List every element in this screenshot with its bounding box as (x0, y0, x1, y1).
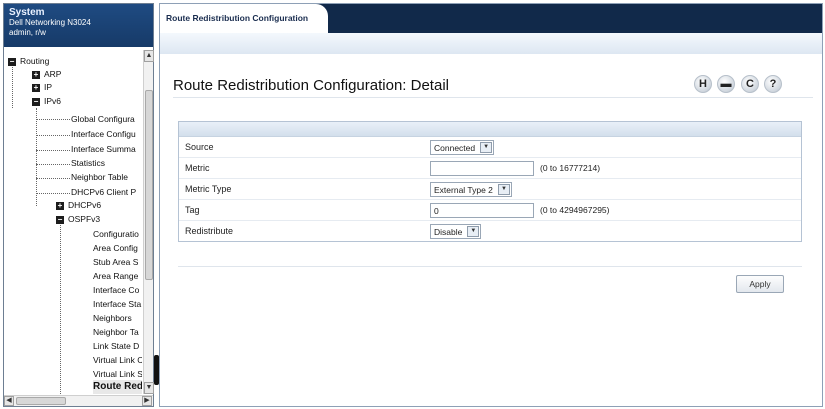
tree-item-label: DHCPv6 (68, 200, 102, 210)
scroll-down-icon[interactable]: ▼ (144, 382, 154, 394)
tree-vertical-scrollbar[interactable]: ▲ ▼ (143, 50, 154, 394)
redistribute-select[interactable]: Disable ▼ (430, 224, 482, 239)
tree-guide-line (36, 178, 70, 179)
chevron-down-icon[interactable]: ▼ (480, 142, 493, 153)
tree-guide-line (12, 62, 13, 108)
scroll-left-icon[interactable]: ◀ (4, 396, 14, 406)
apply-button[interactable]: Apply (736, 275, 784, 293)
tab-route-redistribution[interactable]: Route Redistribution Configuration (160, 4, 328, 33)
expand-icon[interactable]: + (56, 201, 64, 210)
page-title: Route Redistribution Configuration: Deta… (173, 77, 449, 94)
tree-item-label: IPv6 (44, 96, 62, 106)
tree-item-ipv6[interactable]: − IPv6 (32, 95, 61, 108)
source-select-value: Connected (434, 143, 476, 153)
tree-guide-line (36, 119, 70, 120)
scroll-thumb[interactable] (16, 397, 66, 405)
tag-label: Tag (185, 205, 200, 215)
form-row-tag: Tag 0 (0 to 4294967295) (179, 200, 801, 221)
scroll-thumb[interactable] (145, 90, 153, 280)
print-icon[interactable]: ▬ (717, 75, 735, 93)
form-row-source: Source Connected ▼ (179, 137, 801, 158)
user-info: admin, r/w (9, 28, 46, 37)
metric-type-label: Metric Type (185, 184, 232, 194)
tag-input[interactable]: 0 (430, 203, 534, 218)
metric-type-select[interactable]: External Type 2 ▼ (430, 182, 512, 197)
collapse-icon[interactable]: − (8, 57, 16, 66)
tree-item-label: Routing (20, 56, 50, 66)
tree-item-label: ARP (44, 69, 62, 79)
system-header: System Dell Networking N3024 admin, r/w (4, 4, 153, 47)
sub-header-bar (160, 33, 822, 54)
tree-guide-line (36, 193, 70, 194)
tree-item-link-state-database[interactable]: Link State D (93, 340, 139, 353)
redistribute-label: Redistribute (185, 226, 234, 236)
tree-item-ospfv3[interactable]: − OSPFv3 (56, 213, 100, 226)
save-icon[interactable]: H (694, 75, 712, 93)
navigation-tree: − Routing + ARP + IP − IPv6 Global Configura… (4, 50, 142, 394)
metric-input[interactable] (430, 161, 534, 176)
redistribute-select-value: Disable (434, 227, 463, 237)
tree-item-label: OSPFv3 (68, 214, 101, 224)
chevron-down-icon[interactable]: ▼ (467, 226, 480, 237)
tree-guide-line (60, 218, 61, 394)
tree-item-neighbors[interactable]: Neighbors (93, 312, 132, 325)
refresh-icon[interactable]: C (741, 75, 759, 93)
tree-item-label: IP (44, 82, 53, 92)
collapse-icon[interactable]: − (56, 215, 64, 224)
app-window: System Dell Networking N3024 admin, r/w … (0, 0, 825, 409)
tree-horizontal-scrollbar[interactable]: ◀ ▶ (4, 395, 153, 406)
help-icon[interactable]: ? (764, 75, 782, 93)
tree-item-virtual-link-configuration[interactable]: Virtual Link C (93, 354, 142, 367)
form-row-metric: Metric (0 to 16777214) (179, 158, 801, 179)
title-divider (173, 97, 813, 98)
navigation-panel: System Dell Networking N3024 admin, r/w … (3, 3, 154, 407)
collapse-icon[interactable]: − (32, 97, 40, 106)
metric-range-hint: (0 to 16777214) (540, 163, 601, 173)
form-row-metric-type: Metric Type External Type 2 ▼ (179, 179, 801, 200)
tree-guide-line (36, 135, 70, 136)
tree-guide-line (36, 108, 37, 206)
tree-item-interface-configuration-ospf[interactable]: Interface Co (93, 284, 139, 297)
form-divider (178, 266, 802, 267)
source-select[interactable]: Connected ▼ (430, 140, 495, 155)
tree-item-area-configuration[interactable]: Area Config (93, 242, 138, 255)
tree-item-arp[interactable]: + ARP (32, 68, 61, 81)
tree-item-interface-configuration[interactable]: Interface Configu (71, 128, 136, 141)
tree-item-stub-area-summary[interactable]: Stub Area S (93, 256, 138, 269)
tab-bar: Route Redistribution Configuration (160, 4, 822, 33)
content-panel: Route Redistribution Configuration Route… (159, 3, 823, 407)
tree-item-neighbor-table[interactable]: Neighbor Table (71, 171, 128, 184)
expand-icon[interactable]: + (32, 70, 40, 79)
tree-item-routing[interactable]: − Routing (8, 55, 49, 68)
system-title[interactable]: System (9, 7, 148, 18)
form-row-redistribute: Redistribute Disable ▼ (179, 221, 801, 242)
tree-item-global-configuration[interactable]: Global Configura (71, 113, 135, 126)
tree-item-configuration[interactable]: Configuratio (93, 228, 139, 241)
tree-item-ip[interactable]: + IP (32, 81, 52, 94)
tree-item-statistics[interactable]: Statistics (71, 157, 105, 170)
chevron-down-icon[interactable]: ▼ (497, 184, 510, 195)
expand-icon[interactable]: + (32, 83, 40, 92)
tree-item-interface-statistics[interactable]: Interface Sta (93, 298, 141, 311)
tree-item-dhcpv6-client[interactable]: DHCPv6 Client P (71, 186, 136, 199)
device-name: Dell Networking N3024 (9, 18, 91, 27)
tree-guide-line (36, 164, 70, 165)
tree-item-neighbor-table-ospf[interactable]: Neighbor Ta (93, 326, 139, 339)
scroll-up-icon[interactable]: ▲ (144, 50, 154, 62)
tree-item-route-redistribution[interactable]: Route Red (93, 380, 142, 394)
tree-item-dhcpv6[interactable]: + DHCPv6 (56, 199, 101, 212)
form-header (179, 122, 801, 137)
tree-item-area-range[interactable]: Area Range (93, 270, 138, 283)
source-label: Source (185, 142, 214, 152)
metric-type-select-value: External Type 2 (434, 185, 493, 195)
metric-label: Metric (185, 163, 210, 173)
tree-guide-line (36, 150, 70, 151)
detail-form: Source Connected ▼ Metric (0 to 16777214)… (178, 121, 802, 242)
scroll-right-icon[interactable]: ▶ (142, 396, 152, 406)
tree-item-interface-summary[interactable]: Interface Summa (71, 143, 136, 156)
tag-range-hint: (0 to 4294967295) (540, 205, 610, 215)
